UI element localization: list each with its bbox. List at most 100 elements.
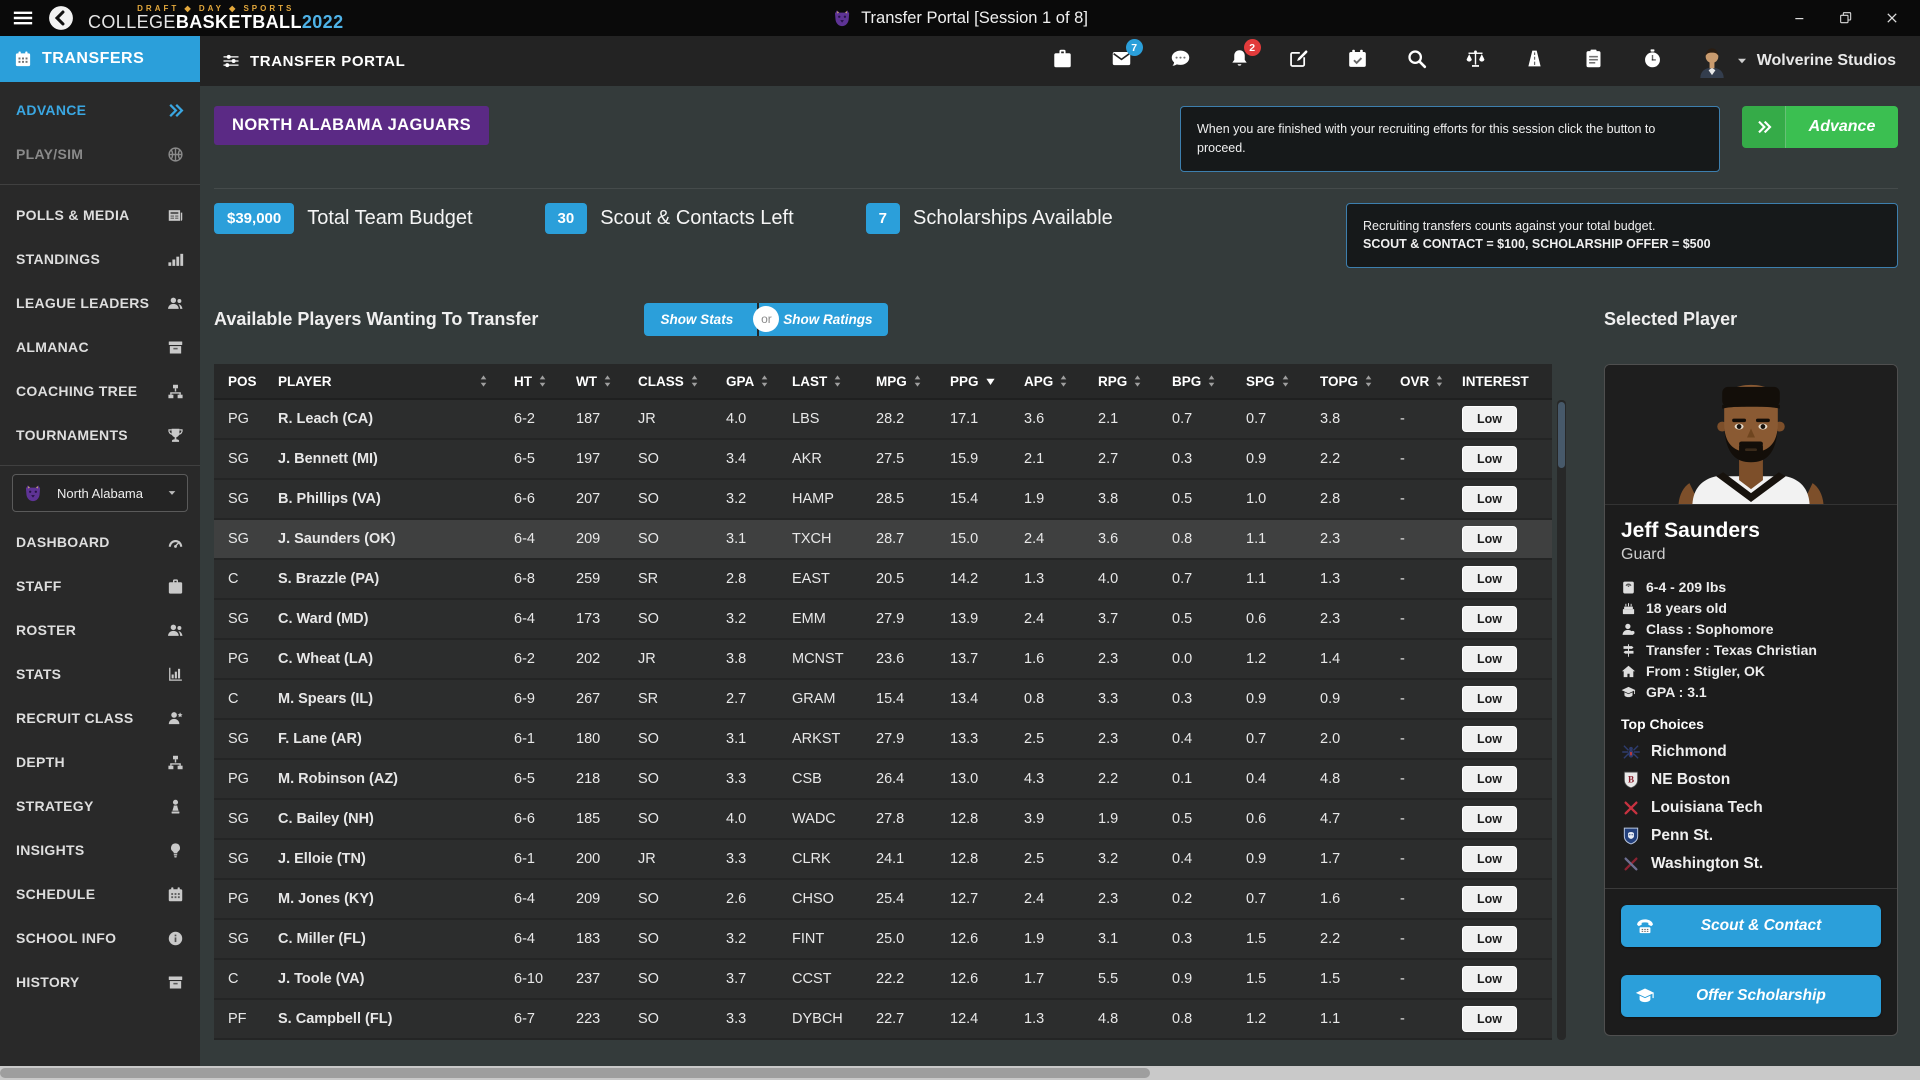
table-row[interactable]: PFS. Campbell (FL)6-7223SO3.3DYBCH22.712… xyxy=(214,1000,1552,1040)
table-row[interactable]: PGM. Robinson (AZ)6-5218SO3.3CSB26.413.0… xyxy=(214,760,1552,800)
table-row[interactable]: SGC. Miller (FL)6-4183SO3.2FINT25.012.61… xyxy=(214,920,1552,960)
col-header-wt[interactable]: WT xyxy=(568,374,630,389)
col-header-mpg[interactable]: MPG xyxy=(868,374,942,389)
sidebar-item-tournaments[interactable]: TOURNAMENTS xyxy=(0,413,200,457)
table-row[interactable]: PGM. Jones (KY)6-4209SO2.6CHSO25.412.72.… xyxy=(214,880,1552,920)
scout-contact-button[interactable]: Scout & Contact xyxy=(1621,905,1881,947)
horizontal-scrollbar-thumb[interactable] xyxy=(0,1068,1150,1078)
table-row[interactable]: CS. Brazzle (PA)6-8259SR2.8EAST20.514.21… xyxy=(214,560,1552,600)
sidebar-item-staff[interactable]: STAFF xyxy=(0,564,200,608)
col-header-pos[interactable]: POS xyxy=(214,374,270,389)
advance-button[interactable]: Advance xyxy=(1742,106,1898,148)
sidebar-item-play-sim[interactable]: PLAY/SIM xyxy=(0,132,200,176)
back-button[interactable] xyxy=(48,5,74,31)
table-row[interactable]: CJ. Toole (VA)6-10237SO3.7CCST22.212.61.… xyxy=(214,960,1552,1000)
sidebar-item-schedule[interactable]: SCHEDULE xyxy=(0,872,200,916)
cell-bpg: 0.7 xyxy=(1164,571,1238,587)
interest-button[interactable]: Low xyxy=(1462,846,1517,872)
col-header-bpg[interactable]: BPG xyxy=(1164,374,1238,389)
table-row[interactable]: SGB. Phillips (VA)6-6207SO3.2HAMP28.515.… xyxy=(214,480,1552,520)
col-header-topg[interactable]: TOPG xyxy=(1312,374,1392,389)
interest-button[interactable]: Low xyxy=(1462,526,1517,552)
table-scrollbar-thumb[interactable] xyxy=(1558,402,1565,468)
user-menu[interactable]: Wolverine Studios xyxy=(1697,45,1896,78)
chat-button[interactable] xyxy=(1170,48,1191,74)
interest-button[interactable]: Low xyxy=(1462,926,1517,952)
sidebar-item-school-info[interactable]: SCHOOL INFO xyxy=(0,916,200,960)
col-header-ovr[interactable]: OVR xyxy=(1392,374,1454,389)
sort-icon xyxy=(1435,374,1444,388)
interest-button[interactable]: Low xyxy=(1462,806,1517,832)
col-header-ht[interactable]: HT xyxy=(506,374,568,389)
sidebar-item-stats[interactable]: STATS xyxy=(0,652,200,696)
table-scrollbar[interactable] xyxy=(1557,400,1566,1040)
sidebar-item-almanac[interactable]: ALMANAC xyxy=(0,325,200,369)
col-header-class[interactable]: CLASS xyxy=(630,374,718,389)
show-stats-button[interactable]: Show Stats xyxy=(644,303,759,336)
table-row[interactable]: SGJ. Elloie (TN)6-1200JR3.3CLRK24.112.82… xyxy=(214,840,1552,880)
table-row[interactable]: SGF. Lane (AR)6-1180SO3.1ARKST27.913.32.… xyxy=(214,720,1552,760)
interest-button[interactable]: Low xyxy=(1462,606,1517,632)
menu-icon[interactable] xyxy=(12,7,34,29)
edit-button[interactable] xyxy=(1288,48,1309,74)
restore-button[interactable] xyxy=(1838,10,1854,26)
col-header-ppg[interactable]: PPG xyxy=(942,374,1016,389)
col-header-apg[interactable]: APG xyxy=(1016,374,1090,389)
sidebar-item-history[interactable]: HISTORY xyxy=(0,960,200,1004)
col-header-interest[interactable]: INTEREST xyxy=(1454,374,1552,389)
road-button[interactable] xyxy=(1524,48,1545,74)
topbar-icons: 72 xyxy=(1052,48,1663,74)
cell-ovr: - xyxy=(1392,651,1454,667)
scales-button[interactable] xyxy=(1465,48,1486,74)
col-header-gpa[interactable]: GPA xyxy=(718,374,784,389)
interest-button[interactable]: Low xyxy=(1462,446,1517,472)
clipboard-button[interactable] xyxy=(1583,48,1604,74)
sidebar-item-recruit-class[interactable]: RECRUIT CLASS xyxy=(0,696,200,740)
close-button[interactable] xyxy=(1884,10,1900,26)
table-row[interactable]: SGC. Bailey (NH)6-6185SO4.0WADC27.812.83… xyxy=(214,800,1552,840)
interest-button[interactable]: Low xyxy=(1462,966,1517,992)
envelope-button[interactable]: 7 xyxy=(1111,48,1132,74)
table-row[interactable]: PGC. Wheat (LA)6-2202JR3.8MCNST23.613.71… xyxy=(214,640,1552,680)
table-row[interactable]: CM. Spears (IL)6-9267SR2.7GRAM15.413.40.… xyxy=(214,680,1552,720)
sidebar-item-league-leaders[interactable]: LEAGUE LEADERS xyxy=(0,281,200,325)
interest-button[interactable]: Low xyxy=(1462,726,1517,752)
bell-button[interactable]: 2 xyxy=(1229,48,1250,74)
col-header-player[interactable]: PLAYER xyxy=(270,374,506,389)
sidebar-item-strategy[interactable]: STRATEGY xyxy=(0,784,200,828)
interest-button[interactable]: Low xyxy=(1462,1006,1517,1032)
interest-button[interactable]: Low xyxy=(1462,686,1517,712)
clipboard-icon xyxy=(1583,48,1604,69)
horizontal-scrollbar[interactable] xyxy=(0,1066,1920,1080)
briefcase-button[interactable] xyxy=(1052,48,1073,74)
interest-button[interactable]: Low xyxy=(1462,766,1517,792)
table-row[interactable]: PGR. Leach (CA)6-2187JR4.0LBS28.217.13.6… xyxy=(214,400,1552,440)
col-header-rpg[interactable]: RPG xyxy=(1090,374,1164,389)
sidebar-item-standings[interactable]: STANDINGS xyxy=(0,237,200,281)
cell-last: MCNST xyxy=(784,651,868,667)
interest-button[interactable]: Low xyxy=(1462,566,1517,592)
search-button[interactable] xyxy=(1406,48,1427,74)
table-row[interactable]: SGC. Ward (MD)6-4173SO3.2EMM27.913.92.43… xyxy=(214,600,1552,640)
sidebar-item-coaching-tree[interactable]: COACHING TREE xyxy=(0,369,200,413)
table-row[interactable]: SGJ. Saunders (OK)6-4209SO3.1TXCH28.715.… xyxy=(214,520,1552,560)
table-row[interactable]: SGJ. Bennett (MI)6-5197SO3.4AKR27.515.92… xyxy=(214,440,1552,480)
sidebar-item-advance[interactable]: ADVANCE xyxy=(0,88,200,132)
col-header-last[interactable]: LAST xyxy=(784,374,868,389)
sidebar-item-dashboard[interactable]: DASHBOARD xyxy=(0,520,200,564)
team-selector[interactable]: North Alabama xyxy=(12,474,188,512)
calendar-check-button[interactable] xyxy=(1347,48,1368,74)
minimize-button[interactable] xyxy=(1792,10,1808,26)
sidebar-item-depth[interactable]: DEPTH xyxy=(0,740,200,784)
col-header-spg[interactable]: SPG xyxy=(1238,374,1312,389)
interest-button[interactable]: Low xyxy=(1462,486,1517,512)
interest-button[interactable]: Low xyxy=(1462,886,1517,912)
interest-button[interactable]: Low xyxy=(1462,646,1517,672)
offer-scholarship-button[interactable]: Offer Scholarship xyxy=(1621,975,1881,1017)
sidebar-item-insights[interactable]: INSIGHTS xyxy=(0,828,200,872)
sidebar-item-polls-media[interactable]: POLLS & MEDIA xyxy=(0,193,200,237)
cell-topg: 2.8 xyxy=(1312,491,1392,507)
interest-button[interactable]: Low xyxy=(1462,406,1517,432)
stopwatch-button[interactable] xyxy=(1642,48,1663,74)
sidebar-item-roster[interactable]: ROSTER xyxy=(0,608,200,652)
